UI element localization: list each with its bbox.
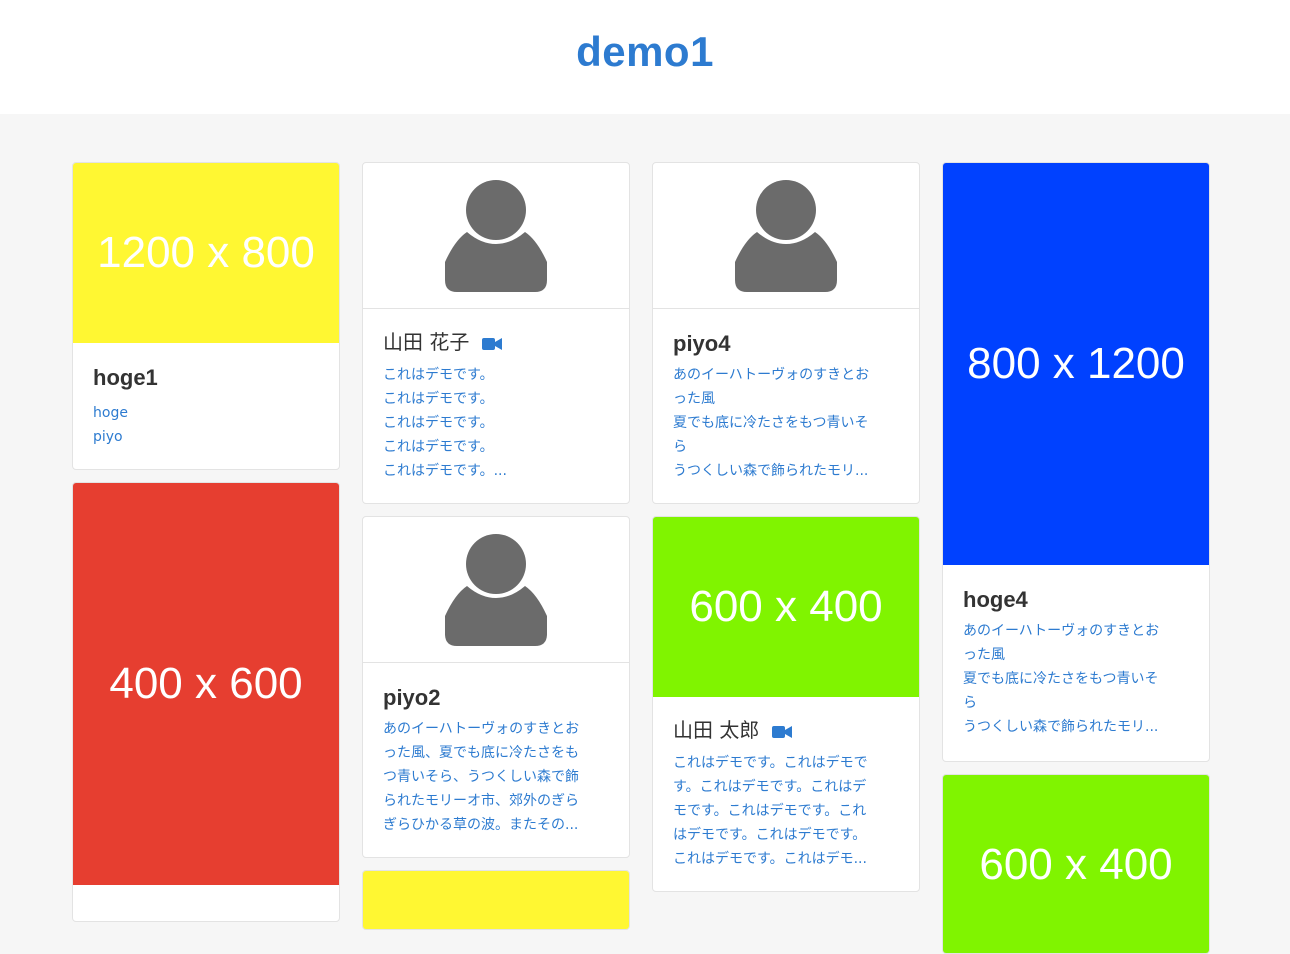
card-text-line: ら: [963, 695, 977, 711]
card-hoge4[interactable]: 800 x 1200 hoge4 あのイーハトーヴォのすきとお った風 夏でも底…: [942, 162, 1210, 762]
card-text-line: ら: [673, 439, 687, 455]
placeholder-image: 400 x 600: [73, 483, 339, 885]
card-text-line: あのイーハトーヴォのすきとお: [963, 623, 1160, 639]
card-text-line: うつくしい森で飾られたモリ...: [963, 719, 1159, 735]
card-text-line: これはデモです。これはデモ...: [673, 851, 867, 867]
card-text-line: モです。これはデモです。これ: [673, 803, 867, 819]
card-text-line: はデモです。これはデモです。: [673, 827, 867, 843]
user-icon: [735, 179, 837, 292]
user-icon: [445, 533, 547, 646]
card-text-line: piyo: [93, 429, 123, 445]
card-text-line: った風: [673, 391, 715, 407]
card-text-line: うつくしい森で飾られたモリ...: [673, 463, 869, 479]
card-text-line: これはデモです。: [383, 439, 494, 455]
card-piyo2[interactable]: piyo2 あのイーハトーヴォのすきとお った風、夏でも底に冷たさをも つ青いそ…: [362, 516, 630, 858]
user-icon: [445, 179, 547, 292]
card-image-400x600[interactable]: 400 x 600: [72, 482, 340, 922]
card-text-line: これはデモです。...: [383, 463, 507, 479]
placeholder-image: [363, 871, 629, 929]
avatar: [363, 517, 629, 663]
card-title-text: 山田 太郎: [673, 718, 760, 742]
card-text-line: あのイーハトーヴォのすきとお: [383, 721, 580, 737]
card-text-line: つ青いそら、うつくしい森で飾: [383, 769, 579, 785]
card-text-line: これはデモです。: [383, 391, 494, 407]
card-text-line: これはデモです。: [383, 415, 494, 431]
card-title: 山田 太郎: [673, 717, 899, 743]
card-text-line: ぎらひかる草の波。またその...: [383, 817, 579, 833]
card-text-line: 夏でも底に冷たさをもつ青いそ: [673, 415, 869, 431]
avatar: [653, 163, 919, 309]
card-yamada-taro[interactable]: 600 x 400 山田 太郎 これはデモです。これはデモで す。これはデモです…: [652, 516, 920, 892]
card-text-line: った風、夏でも底に冷たさをも: [383, 745, 579, 761]
card-text-line: す。これはデモです。これはデ: [673, 779, 867, 795]
card-title: hoge4: [963, 587, 1028, 612]
card-title: 山田 花子: [383, 329, 609, 355]
card-text-line: あのイーハトーヴォのすきとお: [673, 367, 870, 383]
video-camera-icon: [481, 337, 502, 350]
card-title: piyo2: [383, 685, 441, 710]
card-image-600x400[interactable]: 600 x 400: [942, 774, 1210, 954]
card-yellow-image[interactable]: [362, 870, 630, 930]
card-yamada-hanako[interactable]: 山田 花子 これはデモです。 これはデモです。 これはデモです。 これはデモです…: [362, 162, 630, 504]
card-hoge1[interactable]: 1200 x 800 hoge1 hoge piyo: [72, 162, 340, 470]
placeholder-image: 800 x 1200: [943, 163, 1209, 565]
card-piyo4[interactable]: piyo4 あのイーハトーヴォのすきとお った風 夏でも底に冷たさをもつ青いそ …: [652, 162, 920, 504]
card-title: hoge1: [93, 365, 158, 390]
card-text-line: これはデモです。これはデモで: [673, 755, 868, 771]
card-title: piyo4: [673, 331, 731, 356]
card-text-line: これはデモです。: [383, 367, 494, 383]
card-text-line: hoge: [93, 405, 128, 421]
card-text-line: った風: [963, 647, 1005, 663]
card-title-text: 山田 花子: [383, 330, 470, 354]
video-camera-icon: [771, 725, 792, 738]
card-text-line: られたモリーオ市、郊外のぎら: [383, 793, 579, 809]
avatar: [363, 163, 629, 309]
placeholder-image: 600 x 400: [943, 775, 1209, 953]
card-text-line: 夏でも底に冷たさをもつ青いそ: [963, 671, 1159, 687]
placeholder-image: 1200 x 800: [73, 163, 339, 343]
page-title: demo1: [576, 28, 714, 75]
header: demo1: [0, 0, 1290, 114]
placeholder-image: 600 x 400: [653, 517, 919, 697]
